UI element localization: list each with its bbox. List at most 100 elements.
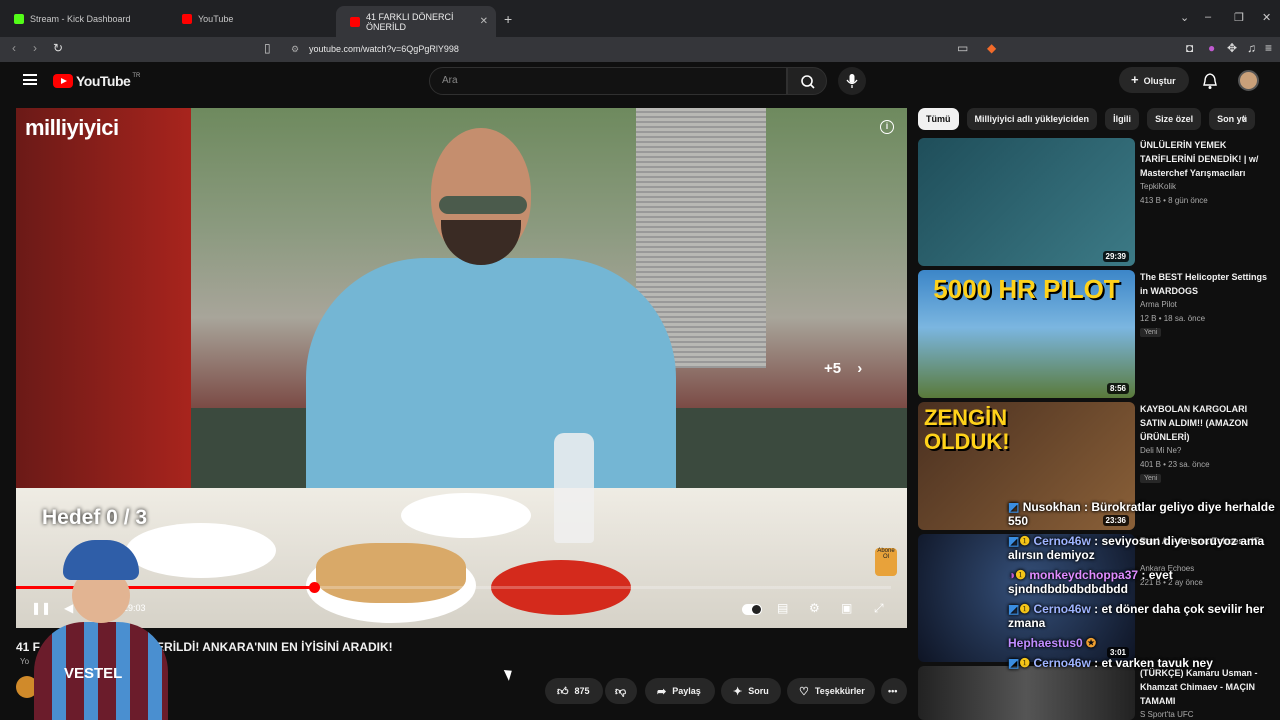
new-tab-icon[interactable]: + — [504, 11, 512, 27]
like-count: 875 — [574, 686, 590, 696]
video-frame-person — [306, 258, 676, 508]
browser-tab-kick[interactable]: Stream - Kick Dashboard — [0, 8, 168, 30]
search-button[interactable] — [787, 67, 827, 95]
account-avatar[interactable] — [1238, 70, 1259, 91]
chat-badge-icon: ❶ — [1019, 656, 1031, 670]
autoplay-toggle[interactable] — [742, 604, 762, 615]
media-icon[interactable]: ♫ — [1247, 41, 1256, 55]
minimize-icon[interactable]: – — [1205, 11, 1211, 23]
chat-message: ◩❶ Cerno46w : et döner daha çok sevilir … — [1008, 602, 1280, 630]
subtitles-icon[interactable]: ▤ — [777, 601, 788, 615]
views-count: 12 B — [1140, 314, 1157, 323]
tab-search-icon[interactable]: ⌄ — [1180, 11, 1189, 24]
miniplayer-icon[interactable]: ▣ — [841, 601, 852, 615]
cast-icon[interactable]: ▭ — [957, 41, 968, 55]
tab-label: Stream - Kick Dashboard — [30, 14, 131, 24]
more-horizontal-icon: ••• — [888, 686, 898, 696]
forward-icon[interactable]: › — [33, 41, 37, 55]
recommendation-item[interactable]: 29:39 ÜNLÜLERİN YEMEK TARİFLERİNİ DENEDİ… — [918, 138, 1268, 266]
chip-recent[interactable]: Son yü — [1209, 108, 1256, 130]
extension-icon[interactable]: ● — [1208, 41, 1215, 55]
recommendation-channel[interactable]: Deli Mi Ne? — [1140, 446, 1181, 455]
stream-chat-overlay: ◩ Nusokhan : Bürokratlar geliyo diye her… — [1008, 500, 1280, 676]
ask-button[interactable]: ✦ Soru — [721, 678, 781, 704]
menu-icon[interactable]: ≡ — [1265, 41, 1272, 55]
close-tab-icon[interactable]: ✕ — [480, 16, 488, 27]
chat-badge-icon: ◩ — [1008, 602, 1020, 616]
channel-watermark[interactable]: milliyiyici — [25, 115, 119, 141]
microphone-icon — [846, 74, 858, 88]
chat-message: ◩ Nusokhan : Bürokratlar geliyo diye her… — [1008, 500, 1280, 528]
thumbs-down-icon: 👎︎ — [615, 685, 627, 698]
title-end: ERİLDİ! ANKARA'NIN EN İYİSİNİ ARADIK! — [156, 640, 393, 654]
share-label: Paylaş — [672, 686, 701, 696]
chat-text: : et varken tavuk ney — [1094, 656, 1213, 670]
new-badge: Yeni — [1140, 328, 1162, 337]
search-input[interactable]: Ara — [429, 67, 787, 95]
streamer-webcam-overlay: VESTEL — [30, 540, 170, 720]
settings-gear-icon[interactable]: ⚙ — [809, 601, 820, 615]
close-window-icon[interactable]: ✕ — [1262, 11, 1271, 24]
create-label: Oluştur — [1143, 76, 1176, 86]
thanks-button[interactable]: ♡ Teşekkürler — [787, 678, 875, 704]
back-icon[interactable]: ‹ — [12, 41, 16, 55]
youtube-logo[interactable]: YouTube TR — [53, 73, 140, 89]
chevron-right-icon[interactable]: › — [1242, 111, 1246, 125]
chat-username: Cerno46w — [1033, 656, 1091, 670]
video-frame-bottle — [554, 433, 594, 543]
share-button[interactable]: ➦ Paylaş — [645, 678, 715, 704]
more-cards-button[interactable]: +5 › — [824, 360, 862, 377]
chip-from-uploader[interactable]: Milliyiyici adlı yükleyiciden — [966, 108, 1098, 130]
video-frame-bread — [316, 543, 466, 603]
recommendation-item[interactable]: 5000 HR PILOT 8:56 The BEST Helicopter S… — [918, 270, 1268, 398]
tab-label: 41 FARKLI DÖNERCİ ÖNERİLD — [366, 11, 454, 32]
maximize-icon[interactable]: ❐ — [1234, 11, 1244, 24]
info-icon[interactable]: i — [880, 120, 894, 134]
more-actions-button[interactable]: ••• — [881, 678, 907, 704]
new-badge: Yeni — [1140, 474, 1162, 483]
progress-scrubber[interactable] — [308, 582, 320, 593]
guide-menu-icon[interactable] — [23, 74, 37, 85]
recommendation-channel[interactable]: Arma Pilot — [1140, 300, 1177, 309]
video-thumbnail[interactable]: 5000 HR PILOT 8:56 — [918, 270, 1135, 398]
chip-all[interactable]: Tümü — [918, 108, 959, 130]
browser-tab-active-video[interactable]: 41 FARKLI DÖNERCİ ÖNERİLD ✕ — [336, 6, 496, 37]
extensions-puzzle-icon[interactable]: ✥ — [1227, 41, 1237, 55]
chat-message: ◩❶ Cerno46w : et varken tavuk ney — [1008, 656, 1280, 670]
video-thumbnail[interactable]: 29:39 — [918, 138, 1135, 266]
brave-shield-icon[interactable]: ◆ — [987, 41, 996, 55]
thanks-heart-icon: ♡ — [799, 685, 809, 698]
recommendation-channel[interactable]: TepkiKolik — [1140, 182, 1176, 191]
search-icon — [801, 75, 815, 89]
upload-age: 18 sa. önce — [1163, 314, 1206, 323]
channel-name-fragment[interactable]: Yo — [20, 657, 29, 666]
share-icon: ➦ — [657, 685, 667, 698]
extension-icon[interactable]: ◘ — [1186, 41, 1193, 55]
address-bar[interactable]: ⚙ youtube.com/watch?v=6QgPgRlY998 — [283, 39, 1003, 59]
views-count: 401 B — [1140, 460, 1161, 469]
browser-tab-youtube[interactable]: YouTube — [168, 8, 336, 30]
bookmark-icon[interactable]: ▯ — [264, 41, 271, 55]
recommendation-title[interactable]: The BEST Helicopter Settings in WARDOGS — [1140, 270, 1268, 298]
chip-related[interactable]: İlgili — [1105, 108, 1140, 130]
chat-message: ◑❶ monkeydchoppa37 : evet sjndndbdbdbdbd… — [1008, 568, 1280, 596]
notifications-bell-icon[interactable] — [1202, 72, 1218, 90]
site-info-icon[interactable]: ⚙ — [291, 39, 299, 59]
like-button[interactable]: 👍︎ 875 — [545, 678, 603, 704]
recommendation-title[interactable]: KAYBOLAN KARGOLARI SATIN ALDIM!! (AMAZON… — [1140, 402, 1268, 444]
voice-search-button[interactable] — [838, 67, 866, 95]
duration-badge: 29:39 — [1102, 251, 1129, 262]
chat-message: ◩❶ Cerno46w : seviyosun diye soruyoz ama… — [1008, 534, 1280, 562]
fullscreen-icon[interactable]: ⤢ — [874, 601, 884, 616]
cards-count: +5 — [824, 360, 842, 377]
chat-username: Cerno46w — [1033, 602, 1091, 616]
chip-for-you[interactable]: Size özel — [1147, 108, 1202, 130]
dislike-button[interactable]: 👎︎ — [605, 678, 637, 704]
browser-tab-strip: Stream - Kick Dashboard YouTube 41 FARKL… — [0, 0, 1280, 37]
recommendation-title[interactable]: ÜNLÜLERİN YEMEK TARİFLERİNİ DENEDİK! | w… — [1140, 138, 1268, 180]
thumbnail-text: ZENGİN OLDUK! — [924, 405, 1010, 454]
reload-icon[interactable]: ↻ — [53, 41, 63, 55]
recommendation-channel[interactable]: S Sport'ta UFC — [1140, 710, 1194, 719]
thumbs-up-icon: 👍︎ — [557, 685, 569, 698]
create-button[interactable]: + Oluştur — [1119, 67, 1189, 93]
